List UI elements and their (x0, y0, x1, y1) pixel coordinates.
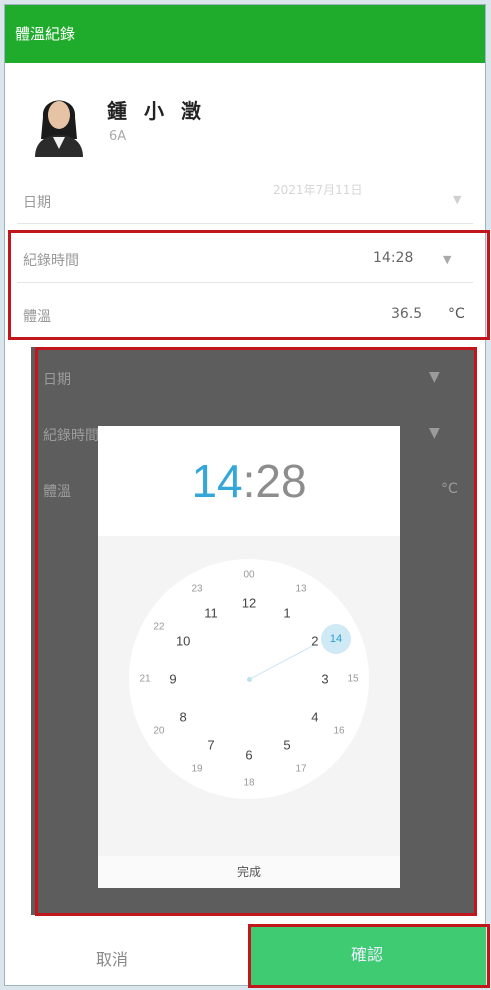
clock-hour-13[interactable]: 13 (295, 583, 306, 594)
clock-hour-19[interactable]: 19 (191, 764, 202, 775)
chevron-down-icon: ▼ (453, 193, 462, 206)
clock-hour-9[interactable]: 9 (169, 672, 176, 687)
page-title: 體溫紀錄 (5, 5, 485, 63)
clock-hour-6[interactable]: 6 (245, 748, 252, 763)
time-picker-dialog: 14:28 14 12 1 2 3 4 5 6 7 8 9 10 11 00 13 15 16 17 18 19 20… (98, 426, 400, 888)
ghost-time-label: 紀錄時間 (43, 428, 99, 444)
chevron-down-icon: ▼ (429, 425, 440, 441)
temperature-label: 體溫 (23, 309, 51, 325)
time-display: 14:28 (98, 426, 400, 536)
chevron-down-icon: ▼ (429, 369, 440, 385)
clock-hour-00[interactable]: 00 (243, 570, 254, 581)
clock-hour-4[interactable]: 4 (311, 710, 318, 725)
record-time-value: 14:28 (373, 250, 414, 266)
selected-hour-indicator[interactable]: 14 (321, 624, 351, 654)
record-time-row[interactable]: 紀錄時間 14:28 ▼ (5, 237, 485, 283)
clock-face[interactable]: 14 12 1 2 3 4 5 6 7 8 9 10 11 00 13 15 16 17 18 19 20 21 22 23 (129, 559, 369, 799)
hour-display[interactable]: 14 (191, 455, 242, 507)
cancel-button[interactable]: 取消 (96, 946, 128, 970)
confirm-button[interactable]: 確認 (248, 924, 486, 986)
clock-hour-18[interactable]: 18 (243, 778, 254, 789)
date-label: 日期 (23, 195, 51, 211)
clock-hour-17[interactable]: 17 (295, 764, 306, 775)
temperature-input[interactable]: 36.5 (391, 306, 422, 322)
done-button[interactable]: 完成 (98, 856, 400, 888)
clock-hour-1[interactable]: 1 (283, 606, 290, 621)
clock-hour-10[interactable]: 10 (176, 634, 190, 649)
clock-hour-22[interactable]: 22 (153, 622, 164, 633)
clock-hour-20[interactable]: 20 (153, 726, 164, 737)
ghost-temp-unit: °C (441, 481, 458, 497)
record-time-label: 紀錄時間 (23, 253, 79, 269)
clock-hour-16[interactable]: 16 (334, 726, 345, 737)
clock-hour-2[interactable]: 2 (311, 634, 318, 649)
temperature-unit: °C (448, 306, 465, 322)
divider (17, 223, 473, 224)
divider (17, 282, 473, 283)
clock-hour-11[interactable]: 11 (204, 606, 218, 621)
clock-hour-15[interactable]: 15 (347, 674, 358, 685)
clock-area: 14 12 1 2 3 4 5 6 7 8 9 10 11 00 13 15 16 17 18 19 20 21 22 23 (98, 536, 400, 856)
clock-hour-23[interactable]: 23 (191, 583, 202, 594)
clock-hour-7[interactable]: 7 (207, 737, 214, 752)
avatar (29, 87, 89, 157)
clock-hand (249, 643, 317, 680)
ghost-date-label: 日期 (43, 372, 71, 388)
clock-hour-5[interactable]: 5 (283, 737, 290, 752)
ghost-temp-label: 體溫 (43, 484, 71, 500)
student-profile: 鍾 小 澂 6A (5, 71, 485, 169)
time-separator: : (242, 455, 256, 507)
date-value: 2021年7月11日 (273, 183, 363, 197)
student-class: 6A (109, 129, 127, 144)
clock-hour-12[interactable]: 12 (242, 596, 256, 611)
temperature-row[interactable]: 體溫 36.5 °C (5, 293, 485, 339)
clock-hour-21[interactable]: 21 (139, 674, 150, 685)
date-row[interactable]: 日期 2021年7月11日 ▼ (5, 179, 485, 225)
clock-hour-3[interactable]: 3 (321, 672, 328, 687)
minute-display[interactable]: 28 (255, 455, 306, 507)
clock-hour-8[interactable]: 8 (180, 710, 187, 725)
student-name: 鍾 小 澂 (107, 99, 206, 123)
chevron-down-icon: ▼ (443, 253, 452, 266)
